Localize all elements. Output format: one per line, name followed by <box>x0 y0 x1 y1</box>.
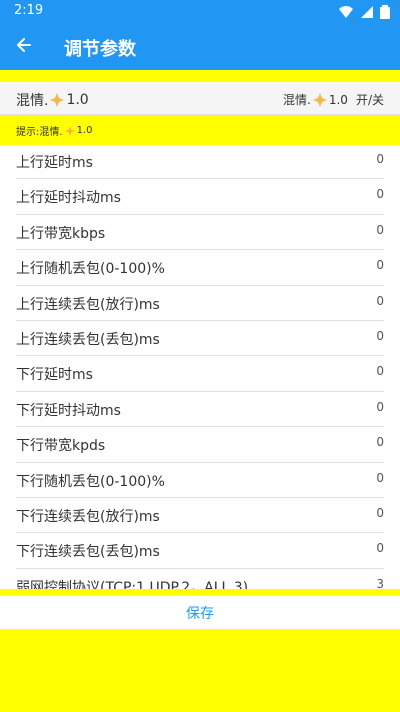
setting-value[interactable]: 0 <box>376 364 384 378</box>
setting-label: 下行连续丢包(放行)ms <box>16 508 160 525</box>
setting-value[interactable]: 0 <box>376 294 384 308</box>
setting-value[interactable]: 0 <box>376 329 384 343</box>
battery-icon <box>380 4 390 23</box>
setting-label: 上行延时ms <box>16 155 93 171</box>
setting-label: 上行连续丢包(放行)ms <box>16 296 160 313</box>
setting-row-downlink-random-loss[interactable]: 下行随机丢包(0-100)% 0 <box>16 463 384 498</box>
setting-row-uplink-burst-pass[interactable]: 上行连续丢包(放行)ms 0 <box>16 286 384 321</box>
setting-label: 下行延时抖动ms <box>16 402 121 419</box>
setting-value[interactable]: 0 <box>376 506 384 520</box>
profile-version: 1.0 <box>66 92 89 108</box>
wifi-icon <box>338 4 354 23</box>
setting-row-uplink-random-loss[interactable]: 上行随机丢包(0-100)% 0 <box>16 250 384 286</box>
hint-bar: 提示:混情. 1.0 <box>0 115 400 145</box>
setting-row-downlink-jitter[interactable]: 下行延时抖动ms 0 <box>16 392 384 428</box>
setting-row-downlink-delay[interactable]: 下行延时ms 0 <box>16 356 384 392</box>
save-button[interactable]: 保存 <box>0 596 400 630</box>
highlight-bar-top <box>0 70 400 82</box>
settings-list: 上行延时ms 0 上行延时抖动ms 0 上行带宽kbps 0 上行随机丢包(0-… <box>0 144 400 605</box>
setting-label: 下行延时ms <box>16 367 93 384</box>
profile-toggle-group: 混情. 1.0 开/关 <box>283 91 384 108</box>
setting-label: 上行带宽kbps <box>16 225 106 242</box>
toggle-button[interactable]: 开/关 <box>356 91 384 108</box>
setting-value[interactable]: 0 <box>376 541 384 555</box>
setting-value[interactable]: 0 <box>376 187 384 201</box>
setting-value[interactable]: 0 <box>376 152 384 166</box>
setting-label: 上行连续丢包(丢包)ms <box>16 331 160 348</box>
setting-row-downlink-burst-pass[interactable]: 下行连续丢包(放行)ms 0 <box>16 498 384 534</box>
page-title: 调节参数 <box>64 39 136 60</box>
setting-row-downlink-bandwidth[interactable]: 下行带宽kpds 0 <box>16 427 384 463</box>
arrow-left-icon <box>14 35 34 59</box>
profile-name: 混情. 1.0 <box>16 90 89 110</box>
sparkle-icon <box>64 125 75 136</box>
setting-label: 下行连续丢包(丢包)ms <box>16 544 160 561</box>
status-time: 2:19 <box>14 3 44 18</box>
setting-value[interactable]: 0 <box>376 223 384 237</box>
save-row: 保存 <box>0 595 400 630</box>
app-bar: 调节参数 <box>0 24 400 70</box>
signal-icon <box>360 4 374 23</box>
status-icons <box>338 4 390 23</box>
setting-label: 下行带宽kpds <box>16 438 106 455</box>
profile-info-row: 混情. 1.0 混情. 1.0 开/关 <box>0 82 400 115</box>
sparkle-icon <box>312 92 327 107</box>
hint-text: 提示:混情. 1.0 <box>16 123 92 138</box>
setting-row-uplink-burst-drop[interactable]: 上行连续丢包(丢包)ms 0 <box>16 321 384 357</box>
hint-prefix: 提示:混情. <box>16 127 63 138</box>
highlight-area-bottom <box>0 629 400 712</box>
setting-value[interactable]: 0 <box>376 435 384 449</box>
setting-row-downlink-burst-drop[interactable]: 下行连续丢包(丢包)ms 0 <box>16 533 384 569</box>
setting-row-uplink-delay[interactable]: 上行延时ms 0 <box>16 144 384 180</box>
back-button[interactable] <box>10 33 38 61</box>
status-bar: 2:19 <box>0 0 400 24</box>
toggle-profile-prefix: 混情. <box>283 93 311 107</box>
setting-label: 上行随机丢包(0-100)% <box>16 261 165 278</box>
setting-label: 下行随机丢包(0-100)% <box>16 473 165 490</box>
setting-row-uplink-bandwidth[interactable]: 上行带宽kbps 0 <box>16 215 384 251</box>
profile-prefix: 混情. <box>16 93 49 109</box>
sparkle-icon <box>50 93 65 107</box>
setting-value[interactable]: 0 <box>376 471 384 485</box>
toggle-profile-version: 1.0 <box>328 92 348 107</box>
setting-label: 上行延时抖动ms <box>16 190 121 207</box>
setting-value[interactable]: 0 <box>376 400 384 414</box>
hint-version: 1.0 <box>76 125 93 136</box>
setting-row-uplink-jitter[interactable]: 上行延时抖动ms 0 <box>16 179 384 215</box>
setting-value[interactable]: 0 <box>376 258 384 272</box>
